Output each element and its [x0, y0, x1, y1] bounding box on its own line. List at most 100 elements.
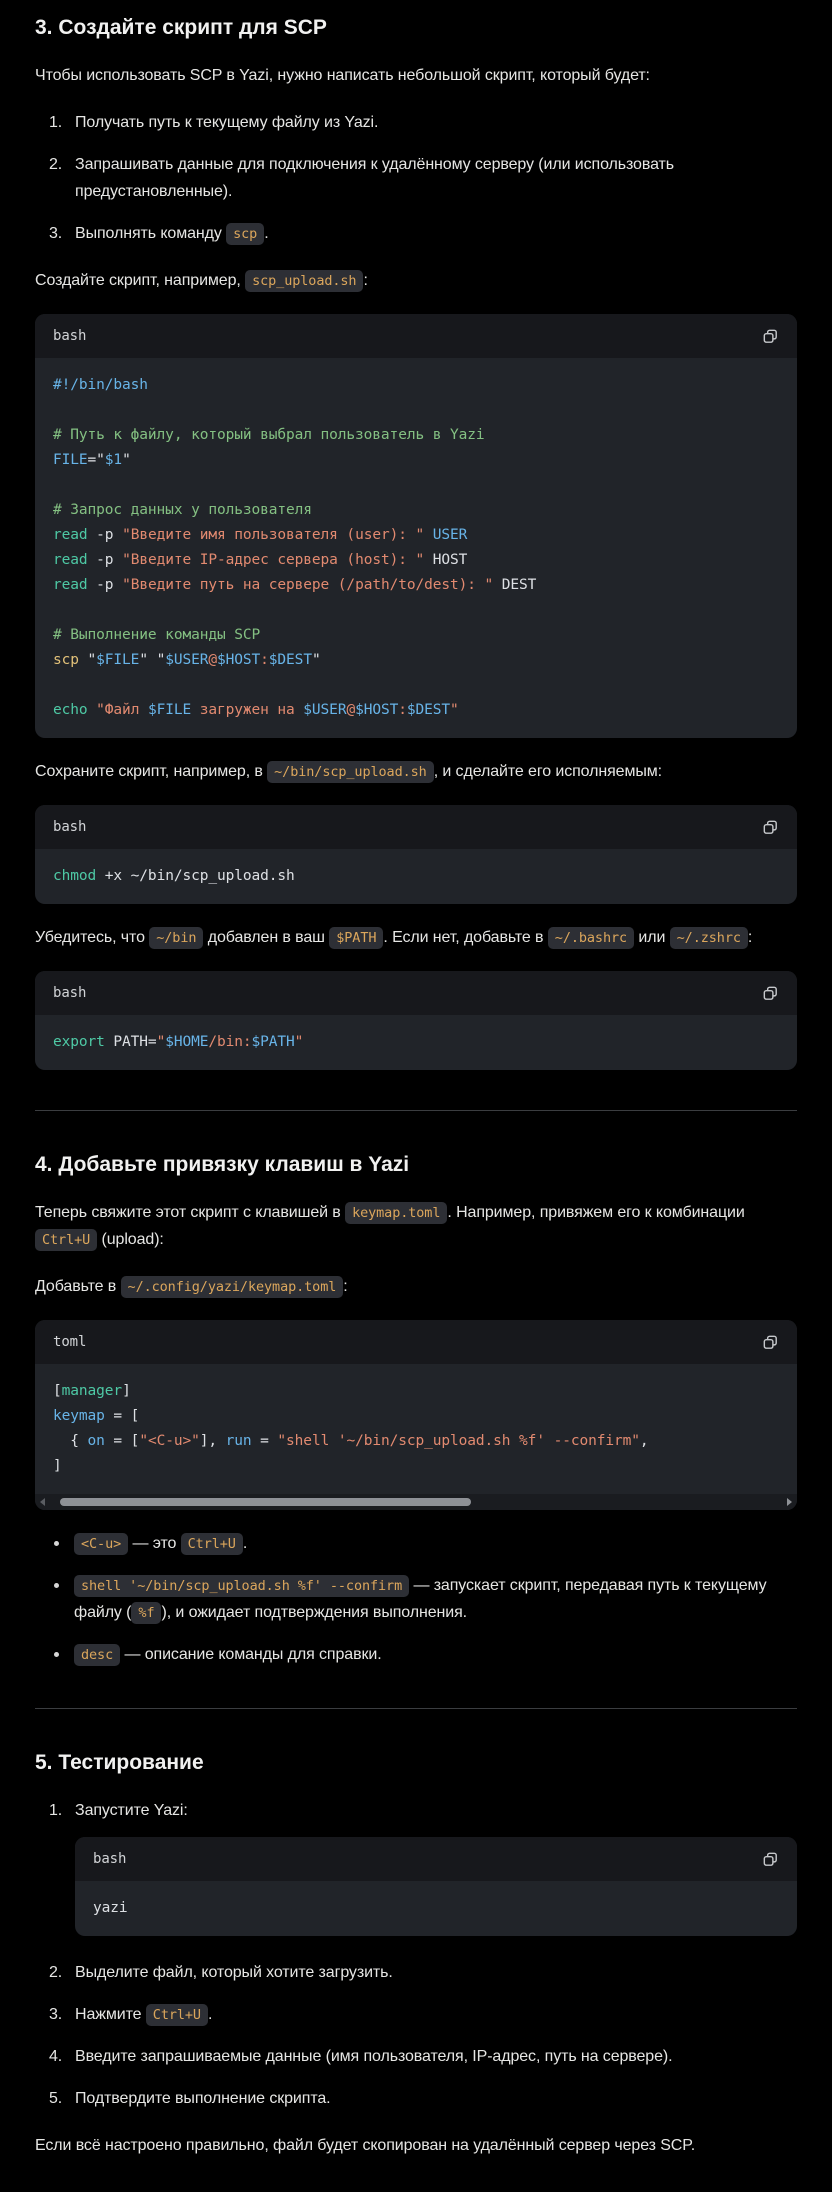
text-run: . Если нет, добавьте в — [383, 929, 547, 946]
code-token: run — [226, 1433, 252, 1449]
horizontal-scrollbar[interactable] — [35, 1494, 797, 1510]
copy-code-button[interactable] — [759, 1331, 782, 1354]
list-item: 3.Нажмите Ctrl+U. — [49, 2001, 797, 2028]
inline-code: ~/.zshrc — [670, 927, 748, 949]
text-run: (upload): — [97, 1231, 164, 1248]
code-token: $1 — [105, 452, 122, 468]
code-token: # Путь к файлу, который выбрал пользоват… — [53, 427, 485, 443]
list-item-number: 1. — [49, 1797, 75, 1944]
code-line: keymap = [ — [53, 1404, 779, 1429]
scroll-left-arrow-icon[interactable] — [40, 1498, 45, 1506]
copy-code-button[interactable] — [759, 325, 782, 348]
inline-code: ~/.config/yazi/keymap.toml — [121, 1276, 344, 1298]
code-token: scp — [53, 652, 79, 668]
paragraph: Добавьте в ~/.config/yazi/keymap.toml: — [35, 1273, 797, 1300]
list-item: 1.Получать путь к текущему файлу из Yazi… — [49, 109, 797, 136]
code-token — [424, 527, 433, 543]
code-token: $FILE — [148, 702, 191, 718]
text-run: : — [748, 929, 752, 946]
scrollbar-thumb[interactable] — [60, 1498, 471, 1506]
code-token: chmod — [53, 868, 96, 884]
code-token: "Введите имя пользователя (user): " — [122, 527, 424, 543]
copy-code-button[interactable] — [759, 1848, 782, 1871]
text-run: Нажмите — [75, 2006, 146, 2023]
code-token: " — [79, 652, 96, 668]
code-token: yazi — [93, 1900, 128, 1916]
code-line: yazi — [93, 1896, 779, 1921]
code-token: -p — [88, 552, 123, 568]
code-token: " — [312, 652, 321, 668]
list-item: 1.Запустите Yazi:bashyazi — [49, 1797, 797, 1944]
inline-code: ~/.bashrc — [548, 927, 634, 949]
code-block: bashyazi — [75, 1837, 797, 1936]
text-run: : — [343, 1278, 347, 1295]
scrollbar-track[interactable] — [49, 1497, 783, 1507]
code-language-label: bash — [53, 814, 86, 841]
code-token: $HOME — [165, 1034, 208, 1050]
code-content: chmod +x ~/bin/scp_upload.sh — [35, 849, 797, 904]
copy-icon — [761, 818, 780, 837]
code-block: bash #!/bin/bash # Путь к файлу, который … — [35, 314, 797, 738]
code-token: @ — [208, 652, 217, 668]
list-item-number: 5. — [49, 2085, 75, 2112]
text-run: Получать путь к текущему файлу из Yazi. — [75, 114, 378, 131]
code-token: echo — [53, 702, 88, 718]
code-token: /bin: — [208, 1034, 251, 1050]
code-block-header: bash — [35, 971, 797, 1015]
text-run: добавлен в ваш — [203, 929, 329, 946]
bullet-icon — [54, 1583, 59, 1588]
list-item-number: 2. — [49, 1959, 75, 1986]
text-run: Подтвердите выполнение скрипта. — [75, 2090, 331, 2107]
divider — [35, 1110, 797, 1111]
code-line: chmod +x ~/bin/scp_upload.sh — [53, 864, 779, 889]
text-run: , и сделайте его исполняемым: — [434, 763, 662, 780]
code-content: yazi — [75, 1881, 797, 1936]
list-item-content: Выполнять команду scp. — [75, 220, 797, 247]
text-run: ), и ожидает подтверждения выполнения. — [161, 1604, 467, 1621]
code-token: "<C-u>" — [139, 1433, 199, 1449]
list-item: 3.Выполнять команду scp. — [49, 220, 797, 247]
list-item-content: Введите запрашиваемые данные (имя пользо… — [75, 2043, 797, 2070]
code-token: " — [295, 1034, 304, 1050]
copy-code-button[interactable] — [759, 982, 782, 1005]
code-token: = [ — [105, 1408, 140, 1424]
code-token: # Запрос данных у пользователя — [53, 502, 312, 518]
inline-code: ~/bin/scp_upload.sh — [267, 761, 434, 783]
copy-icon — [761, 1850, 780, 1869]
inline-code: Ctrl+U — [146, 2004, 208, 2026]
code-line: #!/bin/bash — [53, 373, 779, 398]
code-line: ] — [53, 1454, 779, 1479]
paragraph: Создайте скрипт, например, scp_upload.sh… — [35, 267, 797, 294]
code-block-header: bash — [35, 805, 797, 849]
code-line: export PATH="$HOME/bin:$PATH" — [53, 1030, 779, 1055]
code-language-label: bash — [53, 980, 86, 1007]
code-token: $DEST — [269, 652, 312, 668]
code-line: scp "$FILE" "$USER@$HOST:$DEST" — [53, 648, 779, 673]
list-item-number: 3. — [49, 2001, 75, 2028]
code-token: : — [260, 652, 269, 668]
code-line: read -p "Введите IP-адрес сервера (host)… — [53, 548, 779, 573]
list-item: 5.Подтвердите выполнение скрипта. — [49, 2085, 797, 2112]
paragraph: Если всё настроено правильно, файл будет… — [35, 2132, 797, 2159]
text-run: . — [243, 1535, 247, 1552]
text-run: Чтобы использовать SCP в Yazi, нужно нап… — [35, 67, 650, 84]
scroll-right-arrow-icon[interactable] — [787, 1498, 792, 1506]
paragraph: Сохраните скрипт, например, в ~/bin/scp_… — [35, 758, 797, 785]
inline-code: <C-u> — [74, 1533, 128, 1555]
ordered-list: 1.Запустите Yazi:bashyazi 2.Выделите файл… — [35, 1797, 797, 2112]
list-item: 2.Выделите файл, который хотите загрузит… — [49, 1959, 797, 1986]
list-item-content: Получать путь к текущему файлу из Yazi. — [75, 109, 797, 136]
ordered-list: 1.Получать путь к текущему файлу из Yazi… — [35, 109, 797, 247]
list-item-number: 1. — [49, 109, 75, 136]
text-run: Сохраните скрипт, например, в — [35, 763, 267, 780]
code-token: read — [53, 527, 88, 543]
code-line: [manager] — [53, 1379, 779, 1404]
code-token: on — [88, 1433, 105, 1449]
text-run: Запрашивать данные для подключения к уда… — [75, 156, 674, 200]
code-token: @ — [346, 702, 355, 718]
copy-code-button[interactable] — [759, 816, 782, 839]
code-token: , — [640, 1433, 649, 1449]
code-language-label: bash — [53, 323, 86, 350]
code-content: #!/bin/bash # Путь к файлу, который выбр… — [35, 358, 797, 738]
inline-code: desc — [74, 1644, 120, 1666]
